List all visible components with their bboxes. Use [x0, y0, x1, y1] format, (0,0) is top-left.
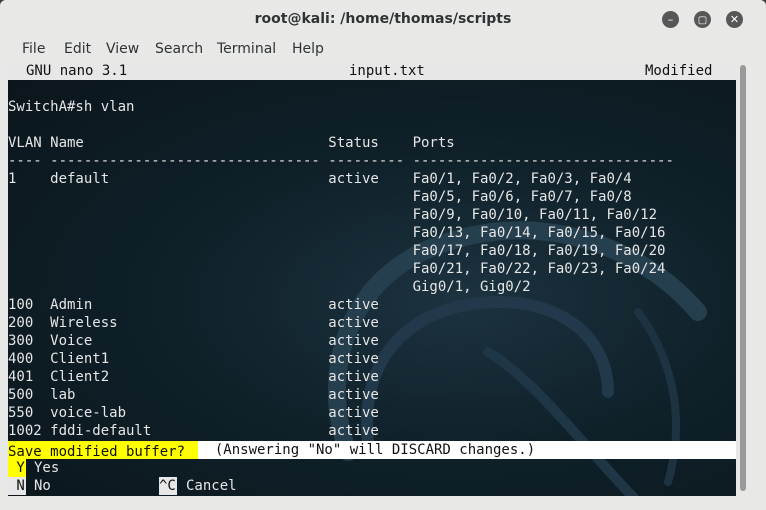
save-prompt-bar: Save modified buffer? (Answering "No" wi…: [8, 441, 736, 460]
window-bottom-border: [0, 496, 766, 510]
nano-header: GNU nano 3.1 input.txt Modified: [8, 62, 736, 80]
menu-help[interactable]: Help: [292, 41, 324, 57]
title-bar: root@kali: /home/thomas/scripts – ▢ ✕: [0, 0, 766, 38]
nano-version: GNU nano 3.1: [26, 63, 128, 79]
cancel-option[interactable]: Cancel: [186, 477, 237, 495]
no-key[interactable]: N: [8, 477, 26, 495]
menu-search[interactable]: Search: [155, 41, 203, 57]
content-line: Fa0/13, Fa0/14, Fa0/15, Fa0/16: [8, 225, 666, 241]
cancel-key[interactable]: ^C: [159, 477, 177, 495]
menu-view[interactable]: View: [106, 41, 139, 57]
minimize-button[interactable]: –: [662, 11, 679, 28]
close-icon: ✕: [729, 13, 740, 26]
close-button[interactable]: ✕: [726, 11, 743, 28]
content-line: 200 Wireless active: [8, 315, 379, 331]
content-line: Fa0/21, Fa0/22, Fa0/23, Fa0/24: [8, 261, 666, 277]
no-option[interactable]: No: [34, 477, 51, 495]
menu-file[interactable]: File: [22, 41, 45, 57]
nano-status: Modified: [645, 63, 713, 79]
content-line: 100 Admin active: [8, 297, 379, 313]
content-line: Fa0/5, Fa0/6, Fa0/7, Fa0/8: [8, 189, 632, 205]
scrollbar-thumb[interactable]: [740, 65, 746, 491]
prompt-question: Save modified buffer?: [8, 444, 186, 460]
prompt-note: (Answering "No" will DISCARD changes.): [198, 442, 536, 458]
yes-option[interactable]: Yes: [34, 459, 59, 477]
content-line: 1002 fddi-default active: [8, 423, 379, 439]
prompt-highlight: Save modified buffer?: [8, 441, 198, 460]
window-title: root@kali: /home/thomas/scripts: [254, 11, 512, 27]
maximize-button[interactable]: ▢: [694, 11, 711, 28]
content-line: 550 voice-lab active: [8, 405, 379, 421]
content-line: VLAN Name Status Ports: [8, 135, 455, 151]
content-line: 1 default active Fa0/1, Fa0/2, Fa0/3, Fa…: [8, 171, 632, 187]
terminal-window: root@kali: /home/thomas/scripts – ▢ ✕ Fi…: [0, 0, 766, 510]
scrollbar[interactable]: [736, 62, 750, 496]
content-line: Fa0/17, Fa0/18, Fa0/19, Fa0/20: [8, 243, 666, 259]
content-line: 300 Voice active: [8, 333, 379, 349]
maximize-icon: ▢: [697, 15, 708, 26]
yes-key[interactable]: Y: [8, 459, 26, 477]
content-line: ---- -------------------------------- --…: [8, 153, 674, 169]
content-line: Gig0/1, Gig0/2: [8, 279, 531, 295]
terminal-area[interactable]: GNU nano 3.1 input.txt Modified SwitchA#…: [8, 62, 736, 496]
content-line: 400 Client1 active: [8, 351, 379, 367]
menu-edit[interactable]: Edit: [64, 41, 91, 57]
content-line: SwitchA#sh vlan: [8, 99, 135, 115]
content-line: 500 lab active: [8, 387, 379, 403]
content-line: Fa0/9, Fa0/10, Fa0/11, Fa0/12: [8, 207, 658, 223]
menu-bar: File Edit View Search Terminal Help: [0, 38, 766, 62]
nano-filename: input.txt: [349, 63, 425, 79]
menu-terminal[interactable]: Terminal: [217, 41, 276, 57]
minimize-icon: –: [667, 13, 674, 26]
content-line: 401 Client2 active: [8, 369, 379, 385]
